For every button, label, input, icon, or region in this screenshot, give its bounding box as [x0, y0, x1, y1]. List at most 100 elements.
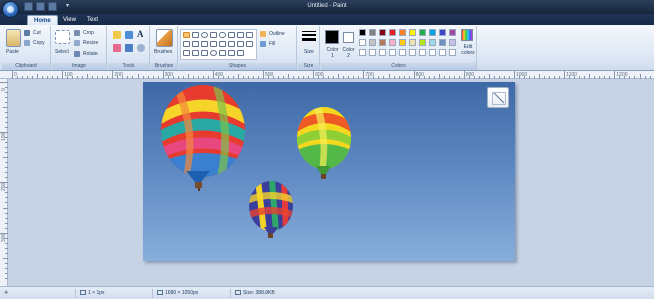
heart-shape-icon[interactable] — [228, 50, 235, 56]
palette-swatch[interactable] — [379, 39, 386, 46]
ruler-minor-tick — [187, 74, 189, 79]
color-picker-icon[interactable] — [125, 44, 133, 52]
close-button[interactable] — [640, 0, 654, 12]
oval-shape-icon[interactable] — [201, 32, 208, 38]
palette-swatch[interactable] — [399, 49, 406, 56]
four-point-star-shape-icon[interactable] — [246, 41, 253, 47]
line-shape-icon[interactable] — [183, 32, 190, 38]
select-icon[interactable] — [55, 30, 70, 44]
maximize-button[interactable] — [626, 0, 640, 12]
palette-swatch[interactable] — [429, 39, 436, 46]
select-button[interactable]: Select — [55, 49, 69, 55]
palette-swatch[interactable] — [409, 29, 416, 36]
palette-swatch[interactable] — [439, 49, 446, 56]
palette-swatch[interactable] — [359, 49, 366, 56]
size-lines-icon[interactable] — [302, 31, 316, 44]
diamond-shape-icon[interactable] — [183, 41, 190, 47]
callout-shape-icon[interactable] — [201, 50, 208, 56]
size-button[interactable]: Size — [304, 49, 314, 55]
edit-colors-button[interactable]: Edit colors — [459, 44, 477, 56]
pencil-icon[interactable] — [113, 31, 121, 39]
palette-swatch[interactable] — [379, 29, 386, 36]
hexagon-shape-icon[interactable] — [201, 41, 208, 47]
rotate-button[interactable]: Rotate — [83, 51, 98, 57]
fill-dropdown[interactable]: Fill — [269, 41, 275, 47]
right-arrow-shape-icon[interactable] — [210, 41, 217, 47]
tab-home[interactable]: Home — [27, 15, 58, 25]
rectangle-shape-icon[interactable] — [210, 32, 217, 38]
palette-swatch[interactable] — [379, 49, 386, 56]
palette-swatch[interactable] — [439, 39, 446, 46]
left-arrow-shape-icon[interactable] — [219, 41, 226, 47]
palette-swatch[interactable] — [419, 29, 426, 36]
cut-icon[interactable] — [24, 30, 30, 36]
eraser-icon[interactable] — [113, 44, 121, 52]
cut-button[interactable]: Cut — [33, 30, 41, 36]
palette-swatch[interactable] — [429, 49, 436, 56]
palette-swatch[interactable] — [439, 29, 446, 36]
resize-icon[interactable] — [74, 40, 80, 46]
palette-swatch[interactable] — [399, 29, 406, 36]
color2-button[interactable]: Color 2 — [341, 47, 356, 59]
palette-swatch[interactable] — [389, 29, 396, 36]
pentagon-shape-icon[interactable] — [192, 41, 199, 47]
palette-swatch[interactable] — [449, 29, 456, 36]
up-arrow-shape-icon[interactable] — [228, 41, 235, 47]
magnifier-icon[interactable] — [137, 44, 145, 52]
copy-button[interactable]: Copy — [33, 40, 45, 46]
color1-swatch[interactable] — [325, 30, 339, 44]
tab-view[interactable]: View — [57, 15, 82, 25]
five-point-star-shape-icon[interactable] — [183, 50, 190, 56]
copy-icon[interactable] — [24, 40, 30, 46]
lightning-shape-icon[interactable] — [237, 50, 244, 56]
palette-swatch[interactable] — [399, 39, 406, 46]
paste-icon[interactable] — [6, 29, 21, 47]
palette-swatch[interactable] — [369, 29, 376, 36]
palette-swatch[interactable] — [359, 29, 366, 36]
paint-menu-button[interactable] — [2, 1, 19, 18]
outline-icon[interactable] — [260, 31, 266, 37]
palette-swatch[interactable] — [419, 49, 426, 56]
expand-icon[interactable] — [487, 87, 509, 108]
resize-button[interactable]: Resize — [83, 40, 98, 46]
palette-swatch[interactable] — [369, 49, 376, 56]
minimize-button[interactable] — [612, 0, 626, 12]
six-point-star-shape-icon[interactable] — [192, 50, 199, 56]
right-triangle-shape-icon[interactable] — [246, 32, 253, 38]
palette-swatch[interactable] — [449, 39, 456, 46]
palette-swatch[interactable] — [369, 39, 376, 46]
triangle-shape-icon[interactable] — [237, 32, 244, 38]
text-tool-icon[interactable]: A — [137, 29, 144, 39]
ruler-minor-tick — [403, 76, 405, 79]
rounded-rectangle-shape-icon[interactable] — [219, 32, 226, 38]
cloud-callout-shape-icon[interactable] — [219, 50, 226, 56]
color1-button[interactable]: Color 1 — [325, 47, 340, 59]
palette-swatch[interactable] — [389, 49, 396, 56]
tab-text[interactable]: Text — [81, 15, 104, 25]
crop-icon[interactable] — [74, 30, 80, 36]
palette-swatch[interactable] — [429, 29, 436, 36]
size-line-3 — [302, 38, 316, 41]
curve-shape-icon[interactable] — [192, 32, 199, 38]
palette-swatch[interactable] — [449, 49, 456, 56]
color2-swatch[interactable] — [343, 32, 354, 43]
oval-callout-shape-icon[interactable] — [210, 50, 217, 56]
outline-dropdown[interactable]: Outline — [269, 31, 285, 37]
down-arrow-shape-icon[interactable] — [237, 41, 244, 47]
palette-swatch[interactable] — [389, 39, 396, 46]
fill-icon[interactable] — [260, 41, 266, 47]
edit-colors-icon[interactable] — [461, 29, 473, 41]
crop-button[interactable]: Crop — [83, 30, 94, 36]
palette-swatch[interactable] — [359, 39, 366, 46]
diagonal-line-icon — [492, 92, 506, 105]
rotate-icon[interactable] — [74, 51, 80, 57]
polygon-shape-icon[interactable] — [228, 32, 235, 38]
brush-icon[interactable] — [156, 29, 173, 47]
palette-swatch[interactable] — [409, 39, 416, 46]
brushes-button[interactable]: Brushes — [154, 49, 172, 55]
fill-bucket-icon[interactable] — [125, 31, 133, 39]
palette-swatch[interactable] — [419, 39, 426, 46]
paste-button[interactable]: Paste — [6, 49, 19, 55]
palette-swatch[interactable] — [409, 49, 416, 56]
image-canvas[interactable] — [143, 82, 515, 261]
